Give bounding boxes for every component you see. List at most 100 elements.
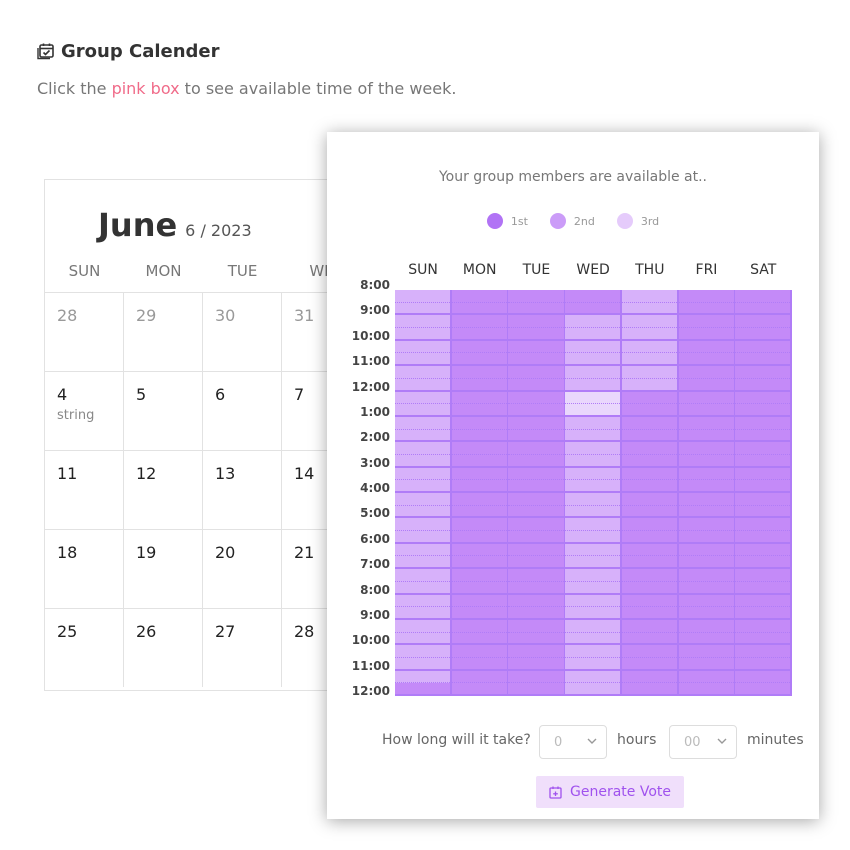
time-slot[interactable] — [451, 569, 507, 582]
calendar-day-cell[interactable]: 12 — [124, 450, 203, 529]
time-slot[interactable] — [508, 657, 564, 671]
time-slot[interactable] — [451, 518, 507, 532]
time-slot[interactable] — [508, 467, 564, 481]
time-slot[interactable] — [735, 619, 791, 633]
time-slot[interactable] — [621, 302, 677, 316]
time-slot[interactable] — [508, 454, 564, 468]
time-slot[interactable] — [678, 391, 734, 405]
time-slot[interactable] — [621, 454, 677, 468]
time-slot[interactable] — [678, 416, 734, 430]
calendar-day-cell[interactable]: 27 — [203, 608, 282, 687]
time-slot[interactable] — [621, 505, 677, 519]
time-slot[interactable] — [395, 328, 451, 341]
time-slot[interactable] — [735, 556, 791, 570]
time-slot[interactable] — [508, 366, 564, 379]
time-slot[interactable] — [735, 454, 791, 468]
time-slot[interactable] — [735, 290, 791, 303]
time-slot[interactable] — [621, 391, 677, 405]
time-slot[interactable] — [678, 543, 734, 557]
time-slot[interactable] — [508, 315, 564, 329]
time-slot[interactable] — [565, 404, 621, 417]
time-slot[interactable] — [565, 607, 621, 620]
time-slot[interactable] — [451, 632, 507, 646]
time-slot[interactable] — [678, 657, 734, 671]
time-slot[interactable] — [451, 391, 507, 405]
time-slot[interactable] — [451, 594, 507, 608]
time-slot[interactable] — [678, 353, 734, 367]
time-slot[interactable] — [508, 442, 564, 455]
time-slot[interactable] — [678, 632, 734, 646]
calendar-day-cell[interactable]: 19 — [124, 529, 203, 608]
time-slot[interactable] — [678, 302, 734, 316]
time-slot[interactable] — [678, 467, 734, 481]
time-slot[interactable] — [565, 645, 621, 658]
time-slot[interactable] — [565, 302, 621, 316]
time-slot[interactable] — [451, 581, 507, 595]
time-slot[interactable] — [565, 454, 621, 468]
time-slot[interactable] — [678, 619, 734, 633]
time-slot[interactable] — [395, 581, 451, 595]
time-slot[interactable] — [735, 505, 791, 519]
time-slot[interactable] — [735, 531, 791, 544]
calendar-day-cell[interactable]: 25 — [45, 608, 124, 687]
time-slot[interactable] — [678, 531, 734, 544]
time-slot[interactable] — [395, 404, 451, 417]
time-slot[interactable] — [621, 645, 677, 658]
time-slot[interactable] — [678, 480, 734, 493]
time-slot[interactable] — [451, 366, 507, 379]
time-slot[interactable] — [735, 683, 791, 696]
time-slot[interactable] — [451, 416, 507, 430]
time-slot[interactable] — [451, 454, 507, 468]
time-slot[interactable] — [395, 670, 451, 684]
time-slot[interactable] — [621, 632, 677, 646]
time-slot[interactable] — [395, 302, 451, 316]
time-slot[interactable] — [565, 518, 621, 532]
time-slot[interactable] — [735, 467, 791, 481]
time-slot[interactable] — [508, 531, 564, 544]
time-slot[interactable] — [451, 290, 507, 303]
time-slot[interactable] — [565, 366, 621, 379]
time-slot[interactable] — [735, 594, 791, 608]
time-slot[interactable] — [451, 442, 507, 455]
time-slot[interactable] — [678, 645, 734, 658]
time-slot[interactable] — [621, 531, 677, 544]
time-slot[interactable] — [678, 556, 734, 570]
time-slot[interactable] — [621, 480, 677, 493]
time-slot[interactable] — [565, 569, 621, 582]
time-slot[interactable] — [451, 619, 507, 633]
time-slot[interactable] — [395, 619, 451, 633]
time-slot[interactable] — [395, 378, 451, 392]
time-slot[interactable] — [508, 378, 564, 392]
time-slot[interactable] — [621, 290, 677, 303]
time-slot[interactable] — [735, 340, 791, 354]
time-slot[interactable] — [678, 594, 734, 608]
time-slot[interactable] — [395, 290, 451, 303]
time-slot[interactable] — [451, 670, 507, 684]
time-slot[interactable] — [565, 416, 621, 430]
time-slot[interactable] — [565, 543, 621, 557]
calendar-day-cell[interactable]: 20 — [203, 529, 282, 608]
time-slot[interactable] — [621, 683, 677, 696]
time-slot[interactable] — [508, 619, 564, 633]
time-slot[interactable] — [621, 416, 677, 430]
time-slot[interactable] — [451, 302, 507, 316]
time-slot[interactable] — [678, 290, 734, 303]
time-slot[interactable] — [735, 391, 791, 405]
time-slot[interactable] — [395, 569, 451, 582]
time-slot[interactable] — [678, 340, 734, 354]
time-slot[interactable] — [735, 416, 791, 430]
time-slot[interactable] — [621, 340, 677, 354]
time-slot[interactable] — [565, 480, 621, 493]
time-slot[interactable] — [565, 531, 621, 544]
time-slot[interactable] — [565, 290, 621, 303]
time-slot[interactable] — [508, 543, 564, 557]
time-slot[interactable] — [735, 518, 791, 532]
time-slot[interactable] — [735, 442, 791, 455]
time-slot[interactable] — [565, 429, 621, 443]
time-slot[interactable] — [508, 480, 564, 493]
time-slot[interactable] — [508, 569, 564, 582]
time-slot[interactable] — [395, 416, 451, 430]
time-slot[interactable] — [395, 632, 451, 646]
time-slot[interactable] — [451, 556, 507, 570]
time-slot[interactable] — [621, 378, 677, 392]
